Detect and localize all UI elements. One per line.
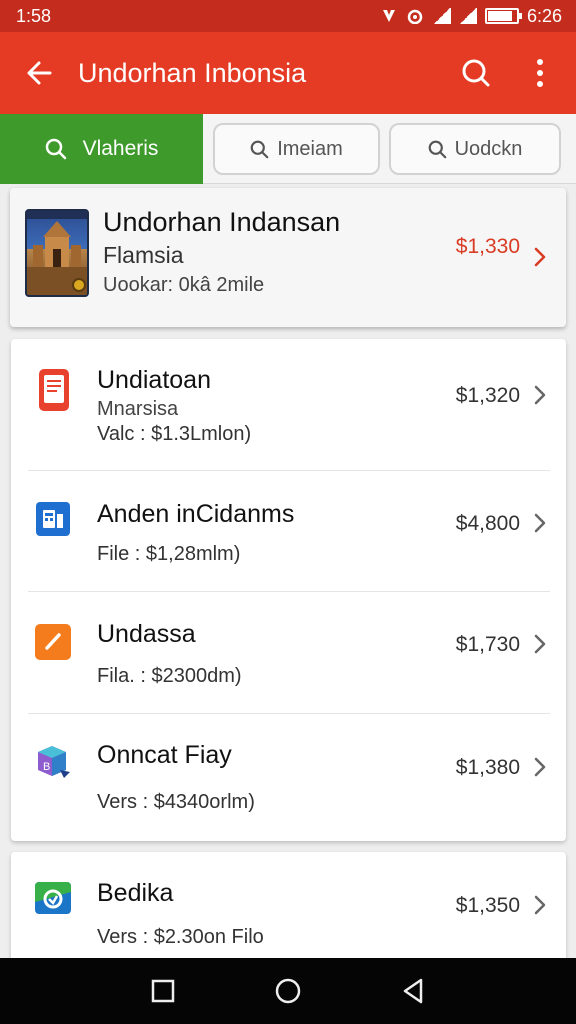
search-icon [45, 138, 66, 160]
more-options-button[interactable] [508, 32, 572, 114]
notification-icon [382, 10, 395, 22]
svg-text:B: B [43, 761, 50, 773]
list-item[interactable]: Anden inCidanms File : $1,28mlm) $4,800 [11, 471, 566, 591]
item-title: Onncat Fiay [97, 741, 232, 769]
item-meta: Vers : $4340orlm) [97, 791, 255, 813]
item-meta: Vers : $2.30on Filo [97, 926, 264, 948]
circle-icon [275, 978, 301, 1004]
search-button[interactable] [444, 32, 508, 114]
phone-icon [35, 882, 71, 914]
page-title: Undorhan Inbonsia [78, 57, 307, 88]
tab-label: Imeiam [277, 137, 343, 160]
search-icon [428, 140, 446, 158]
tab-vlaheris[interactable]: Vlaheris [0, 114, 203, 184]
tab-uodckn[interactable]: Uodckn [389, 123, 561, 175]
signal-icon [432, 8, 451, 24]
item-price: $1,730 [455, 633, 520, 656]
back-nav-button[interactable] [383, 961, 443, 1021]
item-meta: Fila. : $2300dm) [97, 665, 242, 687]
featured-price: $1,330 [455, 235, 520, 258]
signal-icon-2 [458, 8, 477, 24]
calculator-icon [36, 502, 70, 536]
wifi-icon [407, 9, 423, 24]
app-bar: Undorhan Inbonsia [0, 32, 576, 114]
item-title: Bedika [97, 879, 174, 907]
item-title: Undiatoan [97, 366, 211, 394]
pen-icon [35, 624, 71, 660]
featured-meta: Uookar: 0kâ 2mile [103, 274, 265, 296]
chevron-right-icon [533, 893, 547, 917]
search-icon [250, 140, 269, 158]
tab-imeiam[interactable]: Imeiam [213, 123, 380, 175]
featured-card[interactable]: Undorhan Indansan Flamsia Uookar: 0kâ 2m… [10, 188, 566, 327]
list-item[interactable]: Undiatoan Mnarsisa Valc : $1.3Lmlon) $1,… [11, 339, 566, 470]
square-icon [151, 979, 174, 1003]
chevron-right-icon [533, 383, 547, 407]
item-price: $1,320 [455, 384, 520, 407]
home-button[interactable] [258, 961, 318, 1021]
status-icons: 6:26 [381, 6, 562, 27]
document-icon [39, 369, 69, 411]
filter-tabs: Vlaheris Imeiam Uodckn [0, 114, 576, 184]
chevron-right-icon [533, 755, 547, 779]
featured-subtitle: Flamsia [103, 242, 184, 268]
item-subtitle: Mnarsisa [97, 398, 179, 420]
item-price: $4,800 [455, 512, 520, 535]
back-arrow-icon [27, 61, 52, 85]
tab-label: Uodckn [454, 137, 523, 160]
item-price: $1,380 [455, 756, 520, 779]
item-list-card-2: Bedika Vers : $2.30on Filo $1,350 [11, 852, 566, 962]
back-button[interactable] [0, 32, 78, 114]
status-time-right: 6:26 [526, 5, 562, 26]
item-title: Undassa [97, 620, 196, 648]
cube-icon: B [34, 742, 72, 782]
featured-title: Undorhan Indansan [103, 207, 341, 237]
status-time-left: 1:58 [16, 5, 52, 26]
status-bar: 1:58 6:26 [0, 0, 576, 32]
battery-icon [484, 8, 522, 24]
tab-label: Vlaheris [82, 137, 159, 160]
chevron-right-icon [533, 632, 547, 656]
item-price: $1,350 [455, 894, 520, 917]
more-vert-icon [537, 59, 543, 87]
item-title: Anden inCidanms [97, 500, 295, 528]
item-meta: Valc : $1.3Lmlon) [97, 423, 252, 445]
list-item[interactable]: Bedika Vers : $2.30on Filo $1,350 [11, 852, 566, 962]
list-item[interactable]: Undassa Fila. : $2300dm) $1,730 [11, 592, 566, 713]
chevron-right-icon [533, 511, 547, 535]
system-nav-bar [0, 958, 576, 1024]
search-icon [462, 59, 490, 87]
temple-thumbnail [25, 209, 89, 297]
item-meta: File : $1,28mlm) [97, 543, 241, 565]
triangle-back-icon [404, 978, 423, 1004]
chevron-right-icon [533, 245, 547, 269]
recents-button[interactable] [133, 961, 193, 1021]
list-item[interactable]: B Onncat Fiay Vers : $4340orlm) $1,380 [11, 714, 566, 841]
item-list-card: Undiatoan Mnarsisa Valc : $1.3Lmlon) $1,… [11, 339, 566, 841]
